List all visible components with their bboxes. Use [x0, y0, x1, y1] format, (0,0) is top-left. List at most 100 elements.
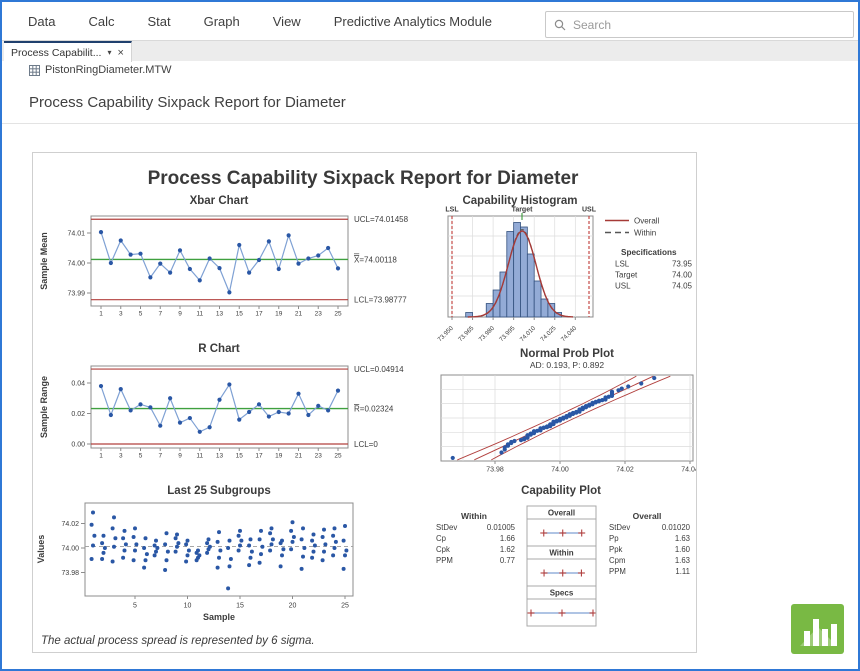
chart-shape: [534, 281, 541, 317]
chart-text: 19: [275, 453, 283, 460]
chart-shape: [257, 402, 261, 406]
worksheet-row[interactable]: PistonRingDiameter.MTW: [29, 64, 172, 76]
rchart-title: R Chart: [198, 343, 240, 355]
capability-title: Capability Plot: [521, 485, 601, 497]
chart-shape: [239, 539, 243, 543]
menu-item-predictive-analytics-module[interactable]: Predictive Analytics Module: [334, 14, 492, 29]
chart-shape: [175, 545, 179, 549]
search-box[interactable]: [545, 11, 854, 38]
chart-shape: [322, 528, 326, 532]
chart-shape: [102, 534, 106, 538]
specifications-title: Specifications: [621, 248, 677, 257]
chart-shape: [148, 275, 152, 279]
probplot-title: Normal Prob Plot: [520, 348, 614, 360]
chart-shape: [277, 410, 281, 414]
tab-dropdown-icon[interactable]: ▾: [107, 48, 111, 57]
chart-text: 0.01005: [487, 523, 516, 532]
chart-shape: [198, 430, 202, 434]
chart-text: Cpk: [436, 545, 450, 554]
chart-shape: [260, 545, 264, 549]
last25-ylabel: Values: [36, 535, 46, 564]
chart-shape: [144, 536, 148, 540]
chart-shape: [227, 382, 231, 386]
chart-shape: [310, 539, 314, 543]
chart-shape: [217, 530, 221, 534]
tab-process-capability[interactable]: Process Capabilit... ▾ ×: [4, 41, 132, 62]
chart-shape: [258, 537, 262, 541]
graph-main-title: Process Capability Sixpack Report for Di…: [148, 168, 579, 189]
chart-shape: [91, 544, 95, 548]
sixpack-graph: Process Capability Sixpack Report for Di…: [33, 153, 696, 652]
probplot-subtitle: AD: 0.193, P: 0.892: [530, 360, 604, 370]
chart-text: 7: [158, 311, 162, 318]
chart-text: Cp: [436, 534, 447, 543]
chart-shape: [321, 535, 325, 539]
graph-window-icon[interactable]: [791, 604, 844, 654]
menu-item-view[interactable]: View: [273, 14, 301, 29]
chart-shape: [257, 258, 261, 262]
chart-shape: [154, 550, 158, 554]
heading-divider: [2, 123, 858, 124]
chart-shape: [301, 555, 305, 559]
menu-item-data[interactable]: Data: [28, 14, 55, 29]
chart-text: 15: [236, 311, 244, 318]
menu-item-stat[interactable]: Stat: [147, 14, 170, 29]
chart-shape: [344, 548, 348, 552]
chart-shape: [316, 404, 320, 408]
chart-shape: [333, 526, 337, 530]
chart-text: 74.00: [67, 261, 85, 268]
chart-shape: [270, 526, 274, 530]
chart-text: 13: [216, 311, 224, 318]
chart-shape: [291, 540, 295, 544]
chart-text: 15: [236, 453, 244, 460]
chart-shape: [208, 256, 212, 260]
chart-shape: [321, 558, 325, 562]
xbar-center-label: X=74.00118: [354, 256, 397, 265]
chart-shape: [279, 564, 283, 568]
menu-item-calc[interactable]: Calc: [88, 14, 114, 29]
chart-shape: [300, 537, 304, 541]
chart-text: 0.01020: [662, 523, 691, 532]
search-input[interactable]: [573, 18, 845, 32]
chart-shape: [247, 410, 251, 414]
chart-shape: [112, 515, 116, 519]
chart-shape: [247, 271, 251, 275]
chart-shape: [174, 550, 178, 554]
chart-text: PPM: [609, 567, 626, 576]
interval-within-label: Within: [549, 549, 573, 558]
xbar-lcl-label: LCL=73.98777: [354, 296, 407, 305]
chart-text: 0.04: [71, 381, 85, 388]
chart-text: 1: [99, 311, 103, 318]
capability-layer: StDev0.01005Cp1.66Cpk1.62PPM0.77StDev0.0…: [436, 523, 691, 617]
chart-shape: [207, 537, 211, 541]
chart-text: 73.98: [61, 570, 79, 577]
chart-text: 1.62: [500, 545, 515, 554]
chart-shape: [218, 548, 222, 552]
chart-shape: [296, 392, 300, 396]
chart-text: 0.77: [500, 556, 515, 565]
chart-text: 17: [255, 311, 263, 318]
chart-shape: [310, 556, 314, 560]
chart-text: StDev: [609, 523, 630, 532]
chart-shape: [138, 402, 142, 406]
chart-shape: [142, 566, 146, 570]
xbar-ucl-label: UCL=74.01458: [354, 215, 409, 224]
chart-shape: [119, 387, 123, 391]
chart-shape: [163, 542, 167, 546]
chart-text: 23: [315, 453, 323, 460]
chart-text: 5: [139, 311, 143, 318]
menu-item-graph[interactable]: Graph: [204, 14, 240, 29]
tab-close-icon[interactable]: ×: [117, 47, 123, 59]
chart-shape: [280, 539, 284, 543]
chart-shape: [238, 529, 242, 533]
chart-shape: [205, 541, 209, 545]
chart-shape: [301, 526, 305, 530]
chart-text: 73.950: [436, 324, 455, 343]
chart-text: 23: [315, 311, 323, 318]
chart-shape: [238, 544, 242, 548]
chart-text: 25: [341, 603, 349, 610]
chart-shape: [217, 266, 221, 270]
chart-shape: [331, 553, 335, 557]
chart-shape: [119, 238, 123, 242]
chart-shape: [280, 553, 284, 557]
